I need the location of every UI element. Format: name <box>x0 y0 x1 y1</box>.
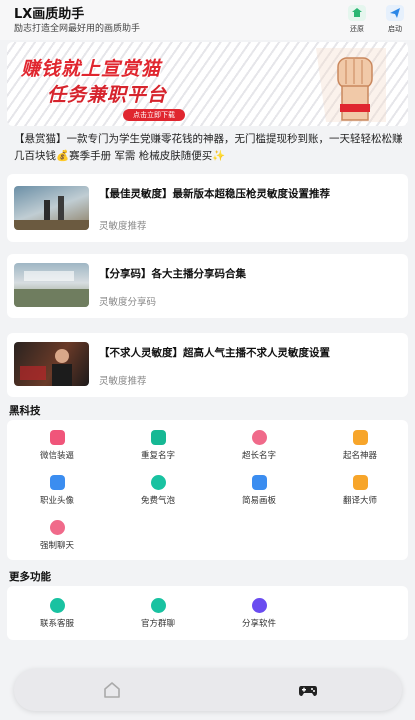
tool-drawing-board[interactable]: 简易画板 <box>219 475 299 515</box>
article-thumbnail <box>14 263 89 307</box>
restore-label: 还原 <box>350 25 364 33</box>
home-icon[interactable] <box>102 680 122 700</box>
force-chat-icon <box>49 520 65 535</box>
more-functions-heading: 更多功能 <box>9 571 51 583</box>
long-name-icon <box>251 430 267 445</box>
more-functions-panel: 联系客服 官方群聊 分享软件 <box>7 586 408 640</box>
article-tag: 灵敏度推荐 <box>99 221 147 232</box>
article-title: 【不求人灵敏度】超高人气主播不求人灵敏度设置 <box>99 347 330 359</box>
pro-avatar-icon <box>49 475 65 490</box>
tool-long-name[interactable]: 超长名字 <box>219 430 299 470</box>
wechat-flex-icon <box>49 430 65 445</box>
banner-subheadline: 任务兼职平台 <box>47 84 168 106</box>
share-app-button[interactable]: 分享软件 <box>219 598 299 638</box>
tool-label: 分享软件 <box>241 619 276 629</box>
article-card[interactable]: 【最佳灵敏度】最新版本超稳压枪灵敏度设置推荐 灵敏度推荐 <box>7 174 408 242</box>
restore-button[interactable]: 还原 <box>339 2 375 38</box>
tool-free-bubble[interactable]: 免费气泡 <box>118 475 198 515</box>
tool-wechat-flex[interactable]: 微信装逼 <box>17 430 97 470</box>
tool-label: 微信装逼 <box>39 451 74 461</box>
drawing-board-icon <box>251 475 267 490</box>
article-tag: 灵敏度推荐 <box>99 376 147 387</box>
tool-label: 联系客服 <box>39 619 74 629</box>
black-tech-panel: 微信装逼 重复名字 超长名字 起名神器 职业头像 免费气泡 简易画板 翻译大师 … <box>7 420 408 560</box>
tool-duplicate-name[interactable]: 重复名字 <box>118 430 198 470</box>
article-card[interactable]: 【不求人灵敏度】超高人气主播不求人灵敏度设置 灵敏度推荐 <box>7 333 408 397</box>
article-thumbnail <box>14 186 89 230</box>
banner-headline: 赚钱就上宣赏猫 <box>21 58 162 80</box>
tool-label: 起名神器 <box>342 451 377 461</box>
translator-icon <box>352 475 368 490</box>
article-title: 【最佳灵敏度】最新版本超稳压枪灵敏度设置推荐 <box>99 188 330 200</box>
promo-description: 【悬赏猫】一款专门为学生党赚零花钱的神器，无门槛提现秒到账，一天轻轻松松赚几百块… <box>14 133 403 162</box>
article-tag: 灵敏度分享码 <box>99 297 157 308</box>
article-card[interactable]: 【分享码】各大主播分享码合集 灵敏度分享码 <box>7 254 408 318</box>
launch-label: 启动 <box>388 25 402 33</box>
raised-fist-icon <box>316 48 386 122</box>
article-thumbnail <box>14 342 89 386</box>
share-app-icon <box>251 598 267 613</box>
group-chat-button[interactable]: 官方群聊 <box>118 598 198 638</box>
tool-label: 重复名字 <box>140 451 175 461</box>
tool-label: 免费气泡 <box>140 496 175 506</box>
customer-service-button[interactable]: 联系客服 <box>17 598 97 638</box>
tool-label: 简易画板 <box>241 496 276 506</box>
customer-service-icon <box>49 598 65 613</box>
app-title: LX画质助手 <box>14 7 85 22</box>
tool-force-chat[interactable]: 强制聊天 <box>17 520 97 560</box>
group-chat-icon <box>150 598 166 613</box>
tool-label: 职业头像 <box>39 496 74 506</box>
promo-banner[interactable]: 赚钱就上宣赏猫 任务兼职平台 点击立即下载 <box>7 42 408 126</box>
restore-icon <box>347 4 367 22</box>
duplicate-name-icon <box>150 430 166 445</box>
tool-label: 官方群聊 <box>140 619 175 629</box>
tool-label: 翻译大师 <box>342 496 377 506</box>
article-title: 【分享码】各大主播分享码合集 <box>99 268 246 280</box>
launch-icon <box>385 4 405 22</box>
app-subtitle: 励志打造全网最好用的画质助手 <box>14 24 141 34</box>
tool-naming[interactable]: 起名神器 <box>320 430 400 470</box>
app-header: LX画质助手 励志打造全网最好用的画质助手 还原 启动 <box>0 0 415 40</box>
naming-tool-icon <box>352 430 368 445</box>
tool-translator[interactable]: 翻译大师 <box>320 475 400 515</box>
tool-pro-avatar[interactable]: 职业头像 <box>17 475 97 515</box>
tool-label: 强制聊天 <box>39 541 74 551</box>
banner-download-button[interactable]: 点击立即下载 <box>123 109 185 121</box>
free-bubble-icon <box>150 475 166 490</box>
bottom-navigation <box>14 669 402 711</box>
launch-button[interactable]: 启动 <box>377 2 413 38</box>
black-tech-heading: 黑科技 <box>9 405 41 417</box>
tool-label: 超长名字 <box>241 451 276 461</box>
gamepad-icon[interactable] <box>297 680 319 700</box>
